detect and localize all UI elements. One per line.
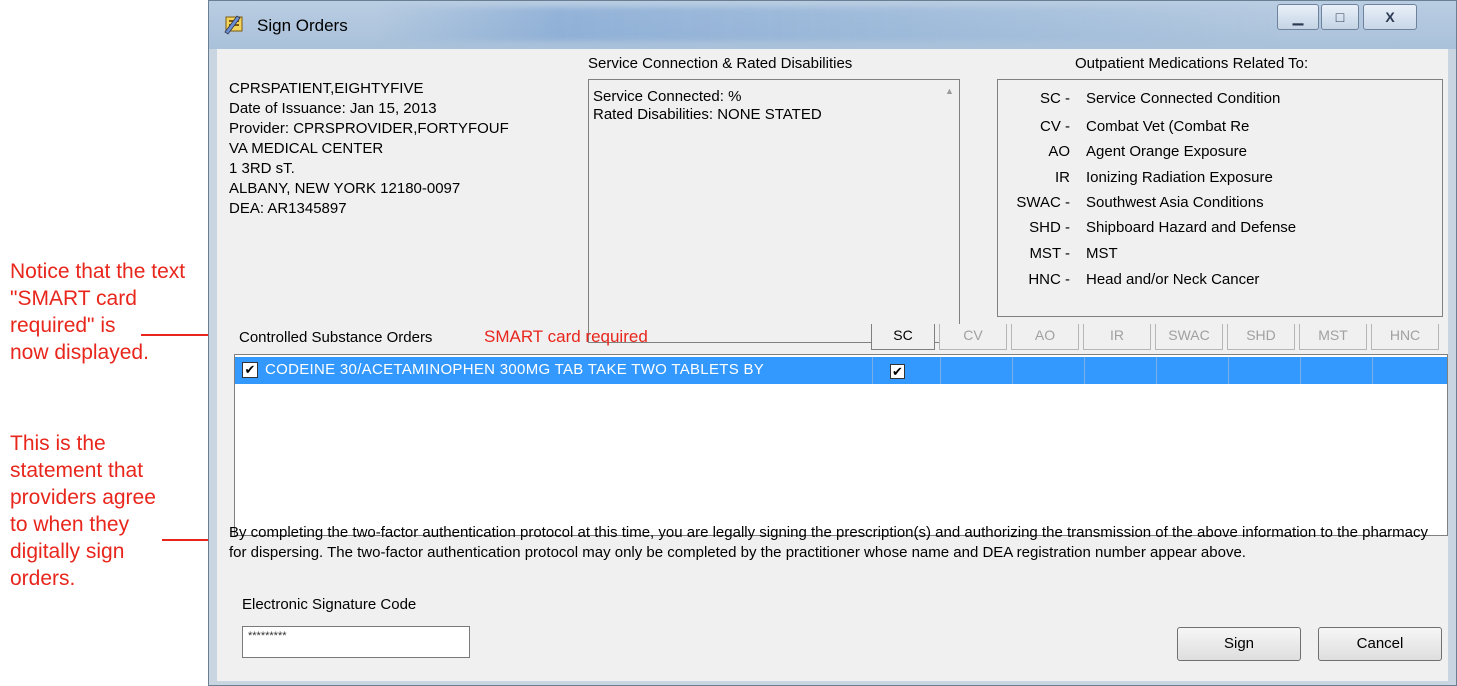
service-connected-line: Service Connected: %	[593, 88, 742, 105]
med-desc: Shipboard Hazard and Defense	[1086, 219, 1297, 236]
maximize-button[interactable]: □	[1321, 4, 1359, 30]
service-connection-header: Service Connection & Rated Disabilities	[588, 55, 853, 72]
cv-cell[interactable]	[940, 357, 1012, 384]
mst-cell[interactable]	[1300, 357, 1372, 384]
ir-cell[interactable]	[1084, 357, 1156, 384]
column-ir-button[interactable]: IR	[1083, 324, 1151, 350]
smart-card-annotation: Notice that the text "SMART card require…	[10, 260, 186, 364]
med-code: CV -	[1040, 118, 1070, 135]
med-code: IR	[1055, 169, 1070, 186]
close-button[interactable]: X	[1363, 4, 1417, 30]
swac-cell[interactable]	[1156, 357, 1228, 384]
sc-checkbox[interactable]: ✔	[890, 364, 905, 379]
title-bar[interactable]: Sign Orders ▁ □ X	[209, 1, 1456, 49]
med-code: HNC -	[1028, 271, 1070, 288]
cancel-button[interactable]: Cancel	[1318, 627, 1442, 661]
med-row-ao: AO Agent Orange Exposure	[998, 143, 1442, 168]
patient-info: CPRSPATIENT,EIGHTYFIVE Date of Issuance:…	[229, 79, 509, 219]
med-desc: Combat Vet (Combat Re	[1086, 118, 1250, 135]
signature-code-input[interactable]: *********	[242, 626, 470, 658]
ao-cell[interactable]	[1012, 357, 1084, 384]
outpatient-meds-box: SC - Service Connected Condition CV - Co…	[997, 79, 1443, 317]
med-row-mst: MST - MST	[998, 245, 1442, 270]
service-connection-box[interactable]: Service Connected: % Rated Disabilities:…	[588, 79, 960, 343]
dialog-client-area: CPRSPATIENT,EIGHTYFIVE Date of Issuance:…	[217, 49, 1448, 681]
scroll-up-icon[interactable]: ▲	[945, 86, 954, 96]
window-title: Sign Orders	[257, 16, 348, 35]
med-code: AO	[1048, 143, 1070, 160]
orders-list[interactable]: ✔ CODEINE 30/ACETAMINOPHEN 300MG TAB TAK…	[234, 354, 1448, 536]
dea-number: DEA: AR1345897	[229, 200, 347, 217]
med-row-hnc: HNC - Head and/or Neck Cancer	[998, 271, 1442, 296]
statement-arrow	[162, 539, 212, 541]
facility-street: 1 3RD sT.	[229, 160, 295, 177]
order-description: CODEINE 30/ACETAMINOPHEN 300MG TAB TAKE …	[265, 361, 765, 378]
column-ao-button[interactable]: AO	[1011, 324, 1079, 350]
rated-disabilities-line: Rated Disabilities: NONE STATED	[593, 106, 822, 123]
shd-cell[interactable]	[1228, 357, 1300, 384]
column-shd-button[interactable]: SHD	[1227, 324, 1295, 350]
column-hnc-button[interactable]: HNC	[1371, 324, 1439, 350]
med-desc: Service Connected Condition	[1086, 90, 1281, 107]
facility-name: VA MEDICAL CENTER	[229, 140, 384, 157]
med-desc: Agent Orange Exposure	[1086, 143, 1247, 160]
med-desc: MST	[1086, 245, 1118, 262]
sign-button[interactable]: Sign	[1177, 627, 1301, 661]
column-mst-button[interactable]: MST	[1299, 324, 1367, 350]
legal-statement: By completing the two-factor authenticat…	[229, 524, 1428, 561]
statement-annotation: This is the statement that providers agr…	[10, 432, 156, 590]
sc-cell[interactable]: ✔	[872, 357, 944, 384]
issuance-date: Date of Issuance: Jan 15, 2013	[229, 100, 437, 117]
smart-card-required-label: SMART card required	[484, 327, 648, 346]
order-checkbox[interactable]: ✔	[242, 362, 258, 378]
med-desc: Head and/or Neck Cancer	[1086, 271, 1260, 288]
med-code: MST -	[1029, 245, 1070, 262]
background-blur	[379, 7, 1279, 41]
vertical-scrollbar[interactable]: ▲ ▼	[941, 80, 959, 342]
column-sc-button[interactable]: SC	[871, 324, 935, 350]
med-desc: Ionizing Radiation Exposure	[1086, 169, 1273, 186]
med-row-ir: IR Ionizing Radiation Exposure	[998, 169, 1442, 194]
sign-orders-icon	[224, 15, 243, 35]
med-row-swac: SWAC - Southwest Asia Conditions	[998, 194, 1442, 219]
med-code: SC -	[1040, 90, 1070, 107]
med-code: SWAC -	[1016, 194, 1070, 211]
column-swac-button[interactable]: SWAC	[1155, 324, 1223, 350]
facility-city: ALBANY, NEW YORK 12180-0097	[229, 180, 461, 197]
med-row-cv: CV - Combat Vet (Combat Re	[998, 118, 1442, 143]
minimize-button[interactable]: ▁	[1277, 4, 1319, 30]
med-row-sc: SC - Service Connected Condition	[998, 90, 1442, 115]
signature-code-label: Electronic Signature Code	[242, 596, 417, 613]
sign-orders-window: Sign Orders ▁ □ X CPRSPATIENT,EIGHTYFIVE…	[208, 0, 1457, 686]
outpatient-meds-header: Outpatient Medications Related To:	[1075, 55, 1309, 72]
controlled-substance-label: Controlled Substance Orders	[239, 329, 433, 346]
service-connection-text: Service Connected: % Rated Disabilities:…	[593, 88, 822, 124]
med-row-shd: SHD - Shipboard Hazard and Defense	[998, 219, 1442, 244]
column-cv-button[interactable]: CV	[939, 324, 1007, 350]
med-desc: Southwest Asia Conditions	[1086, 194, 1264, 211]
patient-name: CPRSPATIENT,EIGHTYFIVE	[229, 80, 424, 97]
med-code: SHD -	[1029, 219, 1070, 236]
hnc-cell[interactable]	[1372, 357, 1447, 384]
provider-name: Provider: CPRSPROVIDER,FORTYFOUF	[229, 120, 509, 137]
order-row[interactable]: ✔ CODEINE 30/ACETAMINOPHEN 300MG TAB TAK…	[235, 357, 1447, 384]
